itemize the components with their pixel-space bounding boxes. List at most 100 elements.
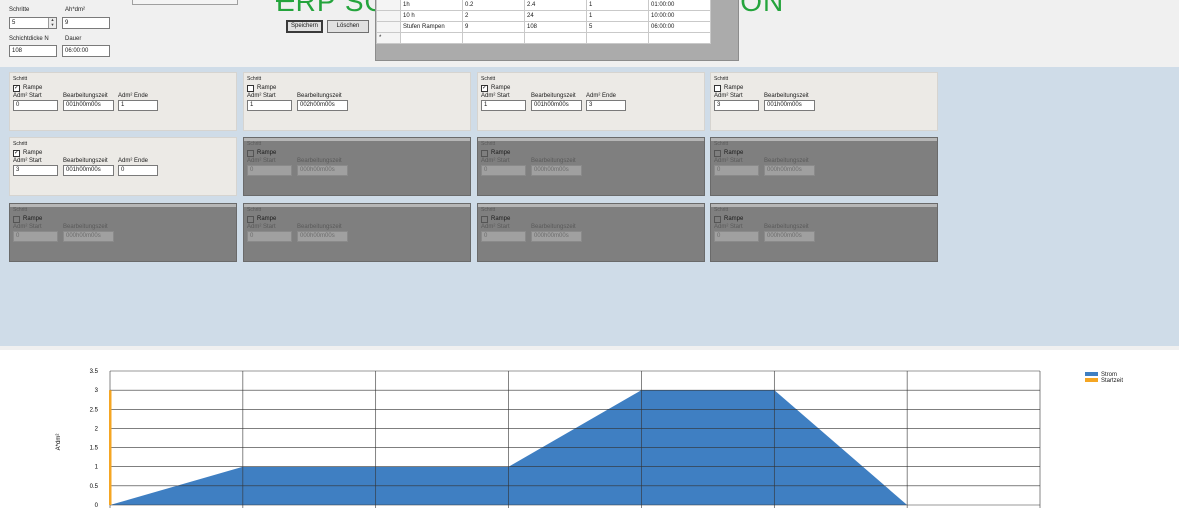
time-input[interactable]: 000h00m00s <box>531 165 582 176</box>
grid-row[interactable]: 10 h 2 24 1 10:00:00 <box>376 10 711 22</box>
legend-label-startzeit: Startzeit <box>1101 378 1124 384</box>
grid-cell[interactable]: 2 <box>462 10 525 22</box>
ramp-checkbox[interactable] <box>247 150 254 157</box>
ramp-checkbox[interactable] <box>481 216 488 223</box>
time-label: Bearbeitungszeit <box>63 158 108 164</box>
ramp-checkbox[interactable] <box>13 216 20 223</box>
start-label: Adm² Start <box>13 93 42 99</box>
dauer-label: Dauer <box>65 36 82 42</box>
time-input[interactable]: 000h00m00s <box>764 165 815 176</box>
grid-row-header[interactable]: * <box>376 32 401 44</box>
step-panel: Schritt Rampe Adm² Start Bearbeitungszeit 3 0… <box>710 72 938 131</box>
time-input[interactable]: 001h00m00s <box>531 100 582 111</box>
time-input[interactable]: 000h00m00s <box>764 231 815 242</box>
start-input[interactable]: 0 <box>247 231 292 242</box>
time-input[interactable]: 001h00m00s <box>63 100 114 111</box>
ramp-checkbox[interactable] <box>714 150 721 157</box>
panel-border-line <box>244 138 470 141</box>
ramp-checkbox[interactable] <box>481 150 488 157</box>
schichtdicke-input[interactable]: 108 <box>9 45 57 57</box>
end-input[interactable]: 1 <box>118 100 158 111</box>
start-input[interactable]: 3 <box>714 100 759 111</box>
ahw-label: Ah*dm² <box>65 7 86 13</box>
grid-cell[interactable]: 5 <box>586 21 649 33</box>
grid-cell[interactable] <box>648 32 711 44</box>
step-panel: Schritt Rampe Adm² Start Bearbeitungszeit 0 0… <box>477 203 705 262</box>
grid-cell[interactable]: 9 <box>462 21 525 33</box>
grid-cell[interactable]: 1h <box>400 0 463 11</box>
time-input[interactable]: 001h00m00s <box>764 100 815 111</box>
grid-cell[interactable] <box>400 32 463 44</box>
chart-area: 00.511.522.533.501234567A*dm² <box>0 350 1179 513</box>
grid-cell[interactable] <box>586 32 649 44</box>
start-input[interactable]: 1 <box>247 100 292 111</box>
grid-cell[interactable]: 01:00:00 <box>648 0 711 11</box>
end-input[interactable]: 0 <box>118 165 158 176</box>
ramp-checkbox[interactable] <box>247 216 254 223</box>
step-title: Schritt <box>13 76 28 82</box>
grid-cell[interactable]: 1 <box>586 0 649 11</box>
grid-row-header[interactable] <box>376 0 401 11</box>
start-input[interactable]: 0 <box>247 165 292 176</box>
grid-cell[interactable]: 06:00:00 <box>648 21 711 33</box>
time-input[interactable]: 000h00m00s <box>297 231 348 242</box>
ramp-checkbox[interactable] <box>714 85 721 92</box>
time-input[interactable]: 000h00m00s <box>63 231 114 242</box>
spinner-arrows-icon[interactable]: ▲ ▼ <box>48 18 56 28</box>
grid-row-header[interactable] <box>376 21 401 33</box>
ahw-input[interactable]: 9 <box>62 17 110 29</box>
grid-cell[interactable]: 108 <box>524 21 587 33</box>
grid-row[interactable]: Stufen Rampen 9 108 5 06:00:00 <box>376 21 711 33</box>
start-input[interactable]: 0 <box>481 165 526 176</box>
start-input[interactable]: 1 <box>481 100 526 111</box>
save-button[interactable]: Speichern <box>286 20 323 33</box>
start-input[interactable]: 0 <box>13 100 58 111</box>
ramp-checkbox[interactable] <box>247 85 254 92</box>
step-panel: Schritt Rampe Adm² Start Bearbeitungszeit 0 0… <box>9 203 237 262</box>
grid-cell[interactable]: 1 <box>586 10 649 22</box>
grid-cell[interactable] <box>462 32 525 44</box>
grid-cell[interactable]: 0.2 <box>462 0 525 11</box>
start-label: Adm² Start <box>481 158 510 164</box>
ramp-checkbox[interactable]: ✓ <box>13 85 20 92</box>
ramp-checkbox[interactable]: ✓ <box>481 85 488 92</box>
ramp-checkbox[interactable] <box>714 216 721 223</box>
grid-row-header[interactable] <box>376 10 401 22</box>
end-input[interactable]: 3 <box>586 100 626 111</box>
start-input[interactable]: 0 <box>714 231 759 242</box>
ramp-label: Rampe <box>724 216 744 222</box>
grid-cell[interactable]: Stufen Rampen <box>400 21 463 33</box>
y-tick-label: 2.5 <box>90 407 99 413</box>
grid-row[interactable]: 1h 0.2 2.4 1 01:00:00 <box>376 0 711 11</box>
top-dropdown[interactable] <box>132 0 238 5</box>
start-label: Adm² Start <box>13 224 42 230</box>
step-panel: Schritt Rampe Adm² Start Bearbeitungszeit 0 0… <box>710 203 938 262</box>
time-input[interactable]: 002h00m00s <box>297 100 348 111</box>
schritte-input[interactable]: 5 ▲ ▼ <box>9 17 57 29</box>
dauer-input[interactable]: 06:00:00 <box>62 45 110 57</box>
ramp-checkbox[interactable]: ✓ <box>13 150 20 157</box>
start-input[interactable]: 3 <box>13 165 58 176</box>
step-panel: Schritt Rampe Adm² Start Bearbeitungszeit 0 0… <box>243 137 471 196</box>
start-input[interactable]: 0 <box>13 231 58 242</box>
grid-cell[interactable]: 24 <box>524 10 587 22</box>
time-input[interactable]: 000h00m00s <box>531 231 582 242</box>
grid-cell[interactable]: 10 h <box>400 10 463 22</box>
grid-cell[interactable]: 10:00:00 <box>648 10 711 22</box>
grid-cell[interactable] <box>524 32 587 44</box>
time-input[interactable]: 000h00m00s <box>297 165 348 176</box>
start-label: Adm² Start <box>714 224 743 230</box>
app-window: { "banner": "ERP SOLUTION RUS) PRODUCTIO… <box>0 0 1179 513</box>
panel-border-line <box>478 204 704 207</box>
grid-cell[interactable]: 2.4 <box>524 0 587 11</box>
data-grid: 1h 0.2 2.4 1 01:00:00 10 h 2 24 1 10:00:00 Stufen … <box>375 0 739 61</box>
time-input[interactable]: 001h00m00s <box>63 165 114 176</box>
time-label: Bearbeitungszeit <box>63 224 108 230</box>
start-input[interactable]: 0 <box>714 165 759 176</box>
step-panel: Schritt ✓ Rampe Adm² Start Bearbeitungszeit 1… <box>477 72 705 131</box>
time-label: Bearbeitungszeit <box>297 158 342 164</box>
time-label: Bearbeitungszeit <box>764 158 809 164</box>
start-input[interactable]: 0 <box>481 231 526 242</box>
grid-row[interactable]: * <box>376 32 711 44</box>
delete-button[interactable]: Löschen <box>327 20 369 33</box>
